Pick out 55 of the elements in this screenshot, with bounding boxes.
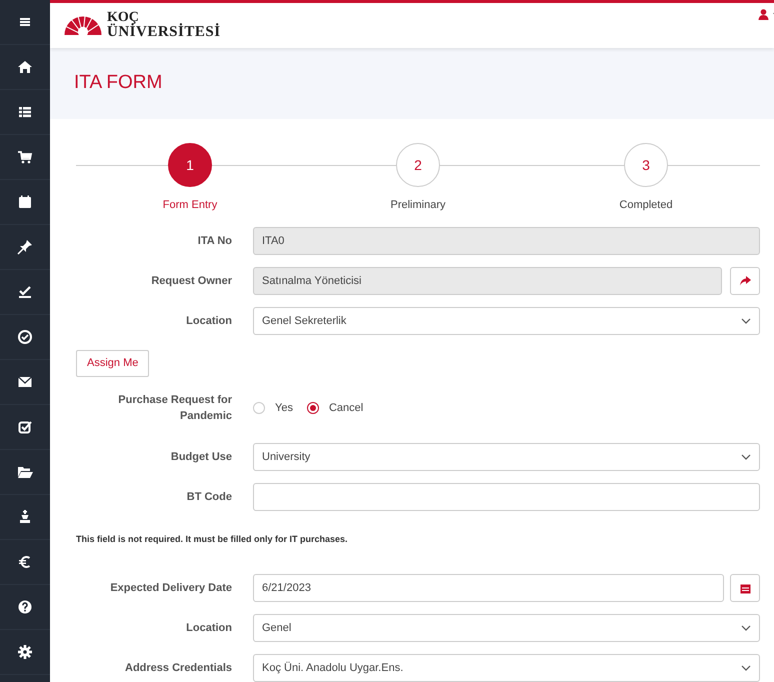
date-field[interactable]: 6/21/2023 [253, 574, 724, 602]
folder-icon[interactable] [17, 464, 33, 480]
euro-icon[interactable] [17, 554, 33, 570]
field-label: Expected Delivery Date [109, 581, 232, 596]
help-icon[interactable] [17, 599, 33, 615]
home-icon[interactable] [17, 59, 33, 75]
share-button[interactable] [730, 267, 760, 295]
field-label: Request Owner [150, 274, 232, 289]
calendar-icon[interactable] [17, 194, 33, 210]
check-icon[interactable] [17, 284, 33, 300]
settings-icon[interactable] [17, 644, 33, 660]
input-field[interactable]: Satınalma Yöneticisi [253, 267, 722, 295]
step-circle[interactable]: 2 [396, 143, 440, 187]
radio-button[interactable] [306, 402, 319, 414]
user-icon[interactable] [758, 9, 769, 20]
caret-icon [741, 625, 751, 631]
logo-icon [64, 16, 102, 35]
field-label: ITA No [196, 234, 232, 249]
field-label: Budget Use [170, 450, 232, 465]
step-circle[interactable]: 3 [624, 143, 668, 187]
assign-me-button[interactable]: Assign Me [76, 350, 150, 376]
page-title: ITA FORM [74, 72, 162, 94]
field-label: BT Code [186, 490, 232, 505]
select-field[interactable]: University [253, 443, 760, 471]
radio-label: Cancel [328, 402, 364, 414]
cart-icon[interactable] [17, 149, 33, 165]
list-icon[interactable] [17, 104, 33, 120]
select-field[interactable]: Genel Sekreterlik [253, 307, 760, 335]
pin-icon[interactable] [17, 239, 33, 255]
logo-text: ÜNİVERSİTESİ [107, 25, 221, 40]
field-label: Address Credentials [124, 661, 232, 676]
envelope-icon[interactable] [17, 374, 33, 390]
step-label: Preliminary [390, 199, 446, 211]
input-field[interactable] [253, 483, 760, 511]
input-field[interactable]: ITA0 [253, 227, 760, 255]
radio-label: Yes [275, 402, 293, 414]
field-label: Location [185, 621, 232, 636]
calendar-icon [740, 582, 750, 594]
field-label: Location [185, 314, 232, 329]
calendar-button[interactable] [730, 574, 760, 602]
chess-icon[interactable] [17, 509, 33, 525]
caret-icon [741, 454, 751, 460]
step-circle[interactable]: 1 [168, 143, 212, 187]
step-label: Form Entry [162, 199, 218, 211]
select-field[interactable]: Genel [253, 614, 760, 642]
share-icon [740, 276, 750, 286]
select-field[interactable]: Koç Üni. Anadolu Uygar.Ens. [253, 654, 760, 682]
hint-text: This field is not required. It must be filled only for IT purchases. [76, 534, 348, 544]
caret-icon [741, 665, 751, 671]
check-circle-icon[interactable] [17, 329, 33, 345]
caret-icon [741, 318, 751, 324]
step-label: Completed [619, 199, 673, 211]
field-label: Purchase Request for Pandemic [117, 393, 232, 424]
logo-text: KOÇ [107, 11, 139, 26]
checkbox-icon[interactable] [17, 419, 33, 435]
